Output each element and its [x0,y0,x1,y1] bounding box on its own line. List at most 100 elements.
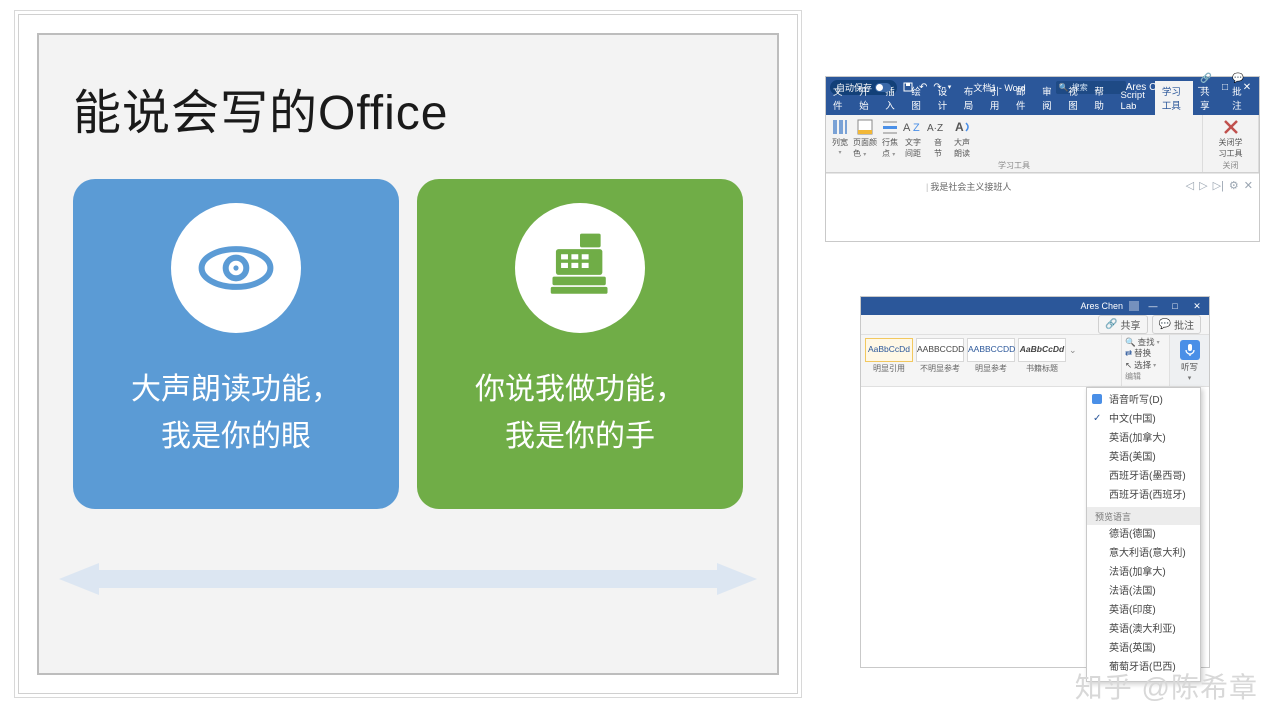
style-label-2: 明显参考 [967,363,1015,374]
play-icon[interactable]: ▷ [1199,179,1207,192]
menu-preview-lang-6[interactable]: 英语(英国) [1087,639,1200,658]
ribbon-tab-8[interactable]: 审阅 [1035,81,1061,115]
double-arrow [63,563,753,595]
dictate-language-menu: 语音听写(D) 中文(中国) 英语(加拿大)英语(美国)西班牙语(墨西哥)西班牙… [1086,387,1201,682]
menu-lang-3[interactable]: 西班牙语(西班牙) [1087,486,1200,505]
comments-button[interactable]: 💬批注 [1152,315,1201,334]
menu-preview-lang-4[interactable]: 英语(印度) [1087,601,1200,620]
prev-icon[interactable]: ◁ [1186,179,1194,192]
menu-preview-lang-3[interactable]: 法语(法国) [1087,582,1200,601]
column-width-button[interactable]: 列宽▾ [831,118,849,159]
share-label: 共享 [1121,317,1141,332]
ribbon-group-close-label: 关闭 [1208,160,1253,171]
slide-title: 能说会写的Office [73,73,743,143]
menu-lang-1[interactable]: 英语(美国) [1087,448,1200,467]
select-button[interactable]: ↖选择▾ [1125,360,1166,371]
select-label: 选择 [1134,360,1151,371]
share-button[interactable]: 🔗 共享 [1098,315,1147,334]
ribbon-tab-3[interactable]: 绘图 [904,81,930,115]
share-icon: 🔗 [1105,319,1117,330]
column-width-label: 列宽 [832,137,848,148]
word1-document-area[interactable]: |我是社会主义接班人 ◁ ▷ ▷| ⚙ ✕ [826,173,1259,199]
ribbon-tab-9[interactable]: 视图 [1061,81,1087,115]
style-label-3: 书籍标题 [1018,363,1066,374]
replace-icon: ⇄ [1125,348,1132,359]
comment-icon: 💬 [1159,319,1171,330]
style-box-0[interactable]: AaBbCcDd [865,338,913,362]
menu-preview-header: 预览语言 [1087,507,1200,525]
settings-icon[interactable]: ⚙ [1229,179,1239,192]
read-aloud-button[interactable]: A大声朗读 [953,118,971,159]
style-label-0: 明显引用 [865,363,913,374]
menu-lang-checked[interactable]: 中文(中国) [1087,410,1200,429]
close-playbar-icon[interactable]: ✕ [1244,179,1253,192]
style-box-3[interactable]: AaBbCcDd [1018,338,1066,362]
card-dictate: 你说我做功能， 我是你的手 [417,179,743,509]
card-green-line1: 你说我做功能， [475,367,685,414]
page-color-label-1: 页面颜 [853,138,877,147]
share-button[interactable]: 🔗 共享 [1193,70,1223,115]
line-focus-label-2: 点 [882,149,890,158]
syllables-button[interactable]: A·Z音节 [927,118,949,159]
cash-register-icon [515,203,645,333]
close-lt-label-2: 习工具 [1219,149,1243,158]
dictate-label: 听写 [1181,362,1198,372]
line-focus-button[interactable]: 行焦点 ▾ [881,118,899,159]
styles-gallery[interactable]: AaBbCcDdAABBCCDDAABBCCDDAaBbCcDd⌄ 明显引用不明… [861,335,1121,386]
read-aloud-playbar: ◁ ▷ ▷| ⚙ ✕ [1186,179,1253,192]
text-spacing-label-2: 间距 [905,149,921,158]
line-focus-label-1: 行焦 [882,138,898,147]
page-color-button[interactable]: 页面颜色 ▾ [853,118,877,159]
card-green-text: 你说我做功能， 我是你的手 [475,367,685,460]
word-window-dictate: Ares Chen — □ ✕ 🔗共享 💬批注 AaBbCcDdAABBCCDD… [860,296,1210,668]
comments-label: 批注 [1174,317,1194,332]
menu-preview-lang-5[interactable]: 英语(澳大利亚) [1087,620,1200,639]
ribbon-tab-0[interactable]: 文件 [826,81,852,115]
dictate-button[interactable]: 听写 ▾ [1169,335,1209,386]
svg-text:A: A [955,120,964,134]
ribbon-tab-6[interactable]: 引用 [983,81,1009,115]
text-spacing-button[interactable]: AZ文字间距 [903,118,923,159]
menu-lang-0[interactable]: 英语(加拿大) [1087,429,1200,448]
syllables-label-1: 音 [934,138,942,147]
ribbon-tab-12[interactable]: 学习工具 [1155,81,1193,115]
menu-lang-2[interactable]: 西班牙语(墨西哥) [1087,467,1200,486]
next-icon[interactable]: ▷| [1213,179,1224,192]
style-label-1: 不明显参考 [916,363,964,374]
cursor-icon: ↖ [1125,360,1132,371]
style-box-1[interactable]: AABBCCDD [916,338,964,362]
word1-ribbon: 列宽▾ 页面颜色 ▾ 行焦点 ▾ AZ文字间距 A·Z音节 A大声朗读 学习工具… [826,115,1259,173]
menu-preview-lang-2[interactable]: 法语(加拿大) [1087,563,1200,582]
ribbon-tab-11[interactable]: Script Lab [1114,87,1155,115]
menu-preview-lang-1[interactable]: 意大利语(意大利) [1087,544,1200,563]
card-read-aloud: 大声朗读功能， 我是你的眼 [73,179,399,509]
word1-ribbon-tabs: 文件开始插入绘图设计布局引用邮件审阅视图帮助Script Lab学习工具🔗 共享… [826,97,1259,115]
maximize-button[interactable]: □ [1167,301,1183,311]
close-learning-tools-button[interactable]: 关闭学习工具 [1219,118,1243,159]
minimize-button[interactable]: — [1145,301,1161,311]
svg-text:A: A [903,122,911,134]
ribbon-tab-10[interactable]: 帮助 [1087,81,1113,115]
eye-icon [171,203,301,333]
chevron-down-icon[interactable]: ▾ [1188,374,1192,382]
replace-button[interactable]: ⇄替换 [1125,348,1166,359]
styles-more-icon[interactable]: ⌄ [1069,338,1081,362]
slide-cards: 大声朗读功能， 我是你的眼 你说我做功能， [73,179,743,509]
word-window-learning-tools: 自动保存 ↶ ↷ ▾ 文档1 - Word 🔍搜索 Ares Chen — □ … [825,76,1260,242]
ribbon-tab-5[interactable]: 布局 [957,81,983,115]
word2-user-name[interactable]: Ares Chen [1080,301,1123,311]
watermark: 知乎 @陈希章 [1075,666,1258,706]
style-box-2[interactable]: AABBCCDD [967,338,1015,362]
close-button[interactable]: ✕ [1189,301,1205,312]
find-button[interactable]: 🔍查找▾ [1125,337,1166,348]
ribbon-tab-4[interactable]: 设计 [931,81,957,115]
presentation-slide: 能说会写的Office 大声朗读功能， 我是你的眼 [18,14,798,694]
read-aloud-label-2: 朗读 [954,149,970,158]
ribbon-tab-7[interactable]: 邮件 [1009,81,1035,115]
comments-button[interactable]: 💬 批注 [1225,70,1255,115]
menu-preview-lang-0[interactable]: 德语(德国) [1087,525,1200,544]
card-blue-text: 大声朗读功能， 我是你的眼 [131,367,341,460]
editing-group: 🔍查找▾ ⇄替换 ↖选择▾ 编辑 [1121,335,1169,386]
user-badge-icon [1129,301,1139,311]
menu-voice-dictation[interactable]: 语音听写(D) [1087,391,1200,410]
